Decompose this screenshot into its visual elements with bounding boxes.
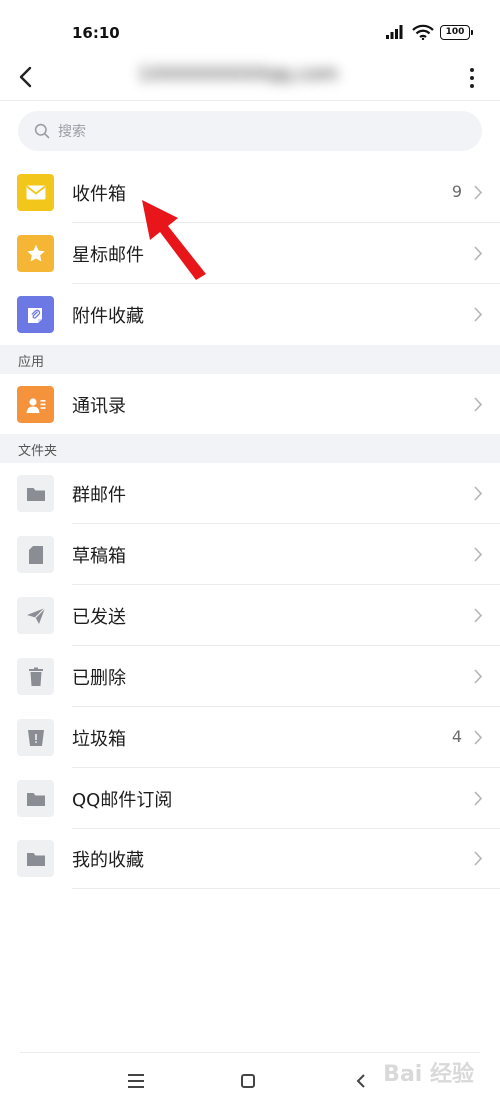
section-title: 应用 — [18, 355, 45, 370]
mailbox-label: 收件箱 — [72, 184, 126, 205]
unread-count: 4 — [451, 727, 462, 746]
chevron-right-icon — [474, 608, 483, 623]
red-arrow-annotation — [142, 200, 206, 280]
status-bar: 16:10 100 — [0, 0, 500, 55]
header: 1XXXXXXXXXqq.com — [0, 55, 500, 101]
contacts-icon — [17, 386, 54, 423]
unread-count: 9 — [451, 182, 462, 201]
folder-icon — [17, 780, 54, 817]
attachment-icon — [17, 296, 54, 333]
watermark: Bai 经验 — [383, 1062, 474, 1087]
section-title: 文件夹 — [18, 444, 58, 459]
folder-label: 垃圾箱 — [72, 729, 126, 750]
mailbox-label: 附件收藏 — [72, 306, 144, 327]
battery-icon: 100 — [440, 24, 473, 40]
status-time: 16:10 — [72, 24, 120, 42]
folder-icon — [17, 840, 54, 877]
chevron-left-icon — [19, 66, 32, 88]
app-contacts[interactable]: 通讯录 — [0, 374, 500, 435]
folder-deleted[interactable]: 已删除 — [0, 646, 500, 707]
folder-spam[interactable]: 垃圾箱 4 — [0, 707, 500, 768]
mailbox-attachments[interactable]: 附件收藏 — [0, 284, 500, 345]
section-header-folders: 文件夹 — [0, 434, 500, 463]
more-dot — [470, 76, 474, 80]
folder-my-favorites[interactable]: 我的收藏 — [0, 828, 500, 889]
app-label: 通讯录 — [72, 396, 126, 417]
account-title: 1XXXXXXXXXqq.com — [138, 63, 338, 85]
search-icon — [34, 123, 50, 139]
more-dot — [470, 84, 474, 88]
folder-group-mail[interactable]: 群邮件 — [0, 463, 500, 524]
mailbox-starred[interactable]: 星标邮件 — [0, 223, 500, 284]
mailbox-inbox[interactable]: 收件箱 9 — [0, 162, 500, 223]
folder-label: 我的收藏 — [72, 850, 144, 871]
section-header-apps: 应用 — [0, 345, 500, 374]
chevron-right-icon — [474, 791, 483, 806]
menu-icon[interactable] — [128, 1074, 144, 1088]
chevron-right-icon — [474, 397, 483, 412]
more-dot — [470, 68, 474, 72]
back-button[interactable] — [10, 59, 40, 95]
search-placeholder: 搜索 — [58, 124, 86, 140]
trash-icon — [17, 658, 54, 695]
folder-qq-subscriptions[interactable]: QQ邮件订阅 — [0, 768, 500, 829]
star-icon — [17, 235, 54, 272]
search-bar[interactable]: 搜索 — [18, 111, 482, 151]
folder-label: 已发送 — [72, 607, 126, 628]
more-button[interactable] — [464, 63, 480, 93]
chevron-right-icon — [474, 669, 483, 684]
send-icon — [17, 597, 54, 634]
wifi-icon — [412, 24, 434, 40]
inbox-icon — [17, 174, 54, 211]
mailbox-label: 星标邮件 — [72, 245, 144, 266]
folder-drafts[interactable]: 草稿箱 — [0, 524, 500, 585]
folder-icon — [17, 475, 54, 512]
signal-icon — [386, 25, 403, 39]
chevron-right-icon — [474, 307, 483, 322]
status-icons: 100 — [386, 24, 473, 40]
folder-label: 草稿箱 — [72, 546, 126, 567]
chevron-right-icon — [474, 185, 483, 200]
home-icon[interactable] — [241, 1074, 255, 1088]
folder-sent[interactable]: 已发送 — [0, 585, 500, 646]
chevron-right-icon — [474, 547, 483, 562]
draft-icon — [17, 536, 54, 573]
divider — [20, 1052, 480, 1053]
chevron-right-icon — [474, 851, 483, 866]
spam-icon — [17, 719, 54, 756]
folder-label: 已删除 — [72, 668, 126, 689]
folder-label: 群邮件 — [72, 485, 126, 506]
divider — [72, 888, 500, 889]
chevron-right-icon — [474, 246, 483, 261]
chevron-right-icon — [474, 486, 483, 501]
folder-label: QQ邮件订阅 — [72, 790, 173, 811]
back-icon[interactable] — [355, 1073, 367, 1089]
chevron-right-icon — [474, 730, 483, 745]
